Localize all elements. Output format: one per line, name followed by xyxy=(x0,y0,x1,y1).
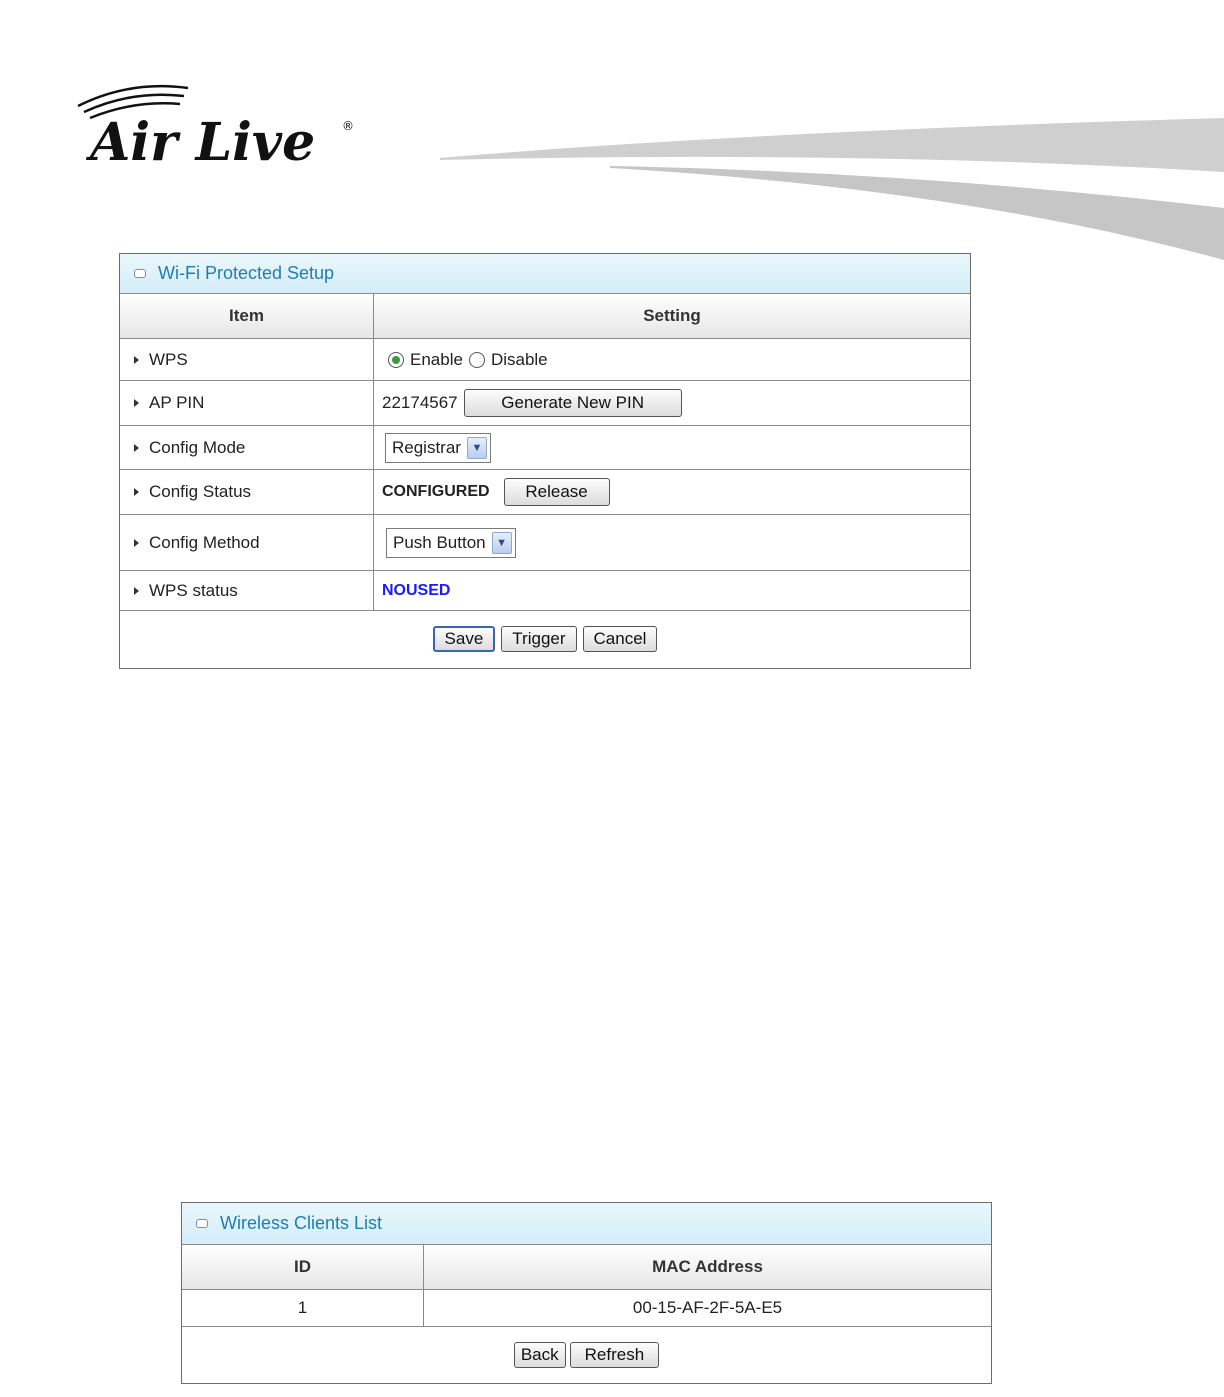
header-swoosh xyxy=(440,118,1224,260)
wps-header-row: Item Setting xyxy=(120,294,970,339)
clients-panel-title-text: Wireless Clients List xyxy=(220,1213,383,1233)
wps-status-label-cell: WPS status xyxy=(120,571,374,610)
config-status-label-cell: Config Status xyxy=(120,470,374,514)
config-method-selected: Push Button xyxy=(393,532,486,552)
wps-disable-label: Disable xyxy=(490,349,548,369)
wps-disable-radio[interactable] xyxy=(468,351,485,368)
wps-panel-title: Wi-Fi Protected Setup xyxy=(120,254,970,294)
clients-panel: Wireless Clients List ID MAC Address 1 0… xyxy=(181,1202,992,1384)
arrow-right-icon xyxy=(134,488,139,496)
trigger-button[interactable]: Trigger xyxy=(501,626,577,652)
arrow-right-icon xyxy=(134,399,139,407)
arrow-right-icon xyxy=(134,586,139,595)
title-bullet-icon xyxy=(134,269,146,278)
config-status-label: Config Status xyxy=(149,482,252,501)
table-row: 1 00-15-AF-2F-5A-E5 xyxy=(182,1290,991,1327)
config-method-label-cell: Config Method xyxy=(120,515,374,570)
ap-pin-setting-cell: 22174567 Generate New PIN xyxy=(374,381,970,425)
config-mode-select[interactable]: Registrar ▼ xyxy=(385,432,491,463)
release-button[interactable]: Release xyxy=(503,478,610,506)
id-header: ID xyxy=(182,1245,424,1289)
client-mac: 00-15-AF-2F-5A-E5 xyxy=(632,1298,783,1317)
arrow-right-icon xyxy=(134,538,139,547)
config-method-select[interactable]: Push Button ▼ xyxy=(386,527,516,558)
clients-button-cell: Back Refresh xyxy=(182,1327,991,1383)
chevron-down-icon[interactable]: ▼ xyxy=(466,436,487,459)
config-mode-row: Config Mode Registrar ▼ xyxy=(120,426,970,470)
mac-header: MAC Address xyxy=(424,1245,991,1289)
wps-status-value: NOUSED xyxy=(382,581,451,599)
chevron-down-icon[interactable]: ▼ xyxy=(491,531,512,554)
wps-status-setting-cell: NOUSED xyxy=(374,571,970,610)
config-mode-label: Config Mode xyxy=(149,437,246,457)
clients-button-row: Back Refresh xyxy=(182,1327,991,1383)
arrow-right-icon xyxy=(134,443,139,452)
wps-label: WPS xyxy=(149,349,188,369)
config-mode-label-cell: Config Mode xyxy=(120,426,374,469)
config-status-row: Config Status CONFIGURED Release xyxy=(120,470,970,515)
config-method-setting-cell: Push Button ▼ xyxy=(374,515,970,570)
wps-enable-radio[interactable] xyxy=(388,351,404,368)
ap-pin-label: AP PIN xyxy=(149,393,205,412)
wps-enable-label: Enable xyxy=(410,349,463,369)
wps-button-cell: Save Trigger Cancel xyxy=(120,611,970,667)
setting-header: Setting xyxy=(374,294,970,338)
clients-header-row: ID MAC Address xyxy=(182,1245,991,1290)
ap-pin-label-cell: AP PIN xyxy=(120,381,374,425)
save-button[interactable]: Save xyxy=(432,626,496,652)
wps-button-row: Save Trigger Cancel xyxy=(120,611,970,667)
config-method-label: Config Method xyxy=(149,532,260,552)
radio-selected-dot xyxy=(392,355,400,364)
title-bullet-icon xyxy=(196,1219,208,1228)
config-mode-setting-cell: Registrar ▼ xyxy=(374,426,970,469)
wps-status-label: WPS status xyxy=(149,580,238,600)
refresh-button[interactable]: Refresh xyxy=(569,1342,660,1368)
ap-pin-value: 22174567 xyxy=(382,393,458,412)
arrow-right-icon xyxy=(134,355,139,364)
wps-panel: Wi-Fi Protected Setup Item Setting WPS E… xyxy=(119,253,971,669)
config-mode-selected: Registrar xyxy=(392,437,461,457)
airlive-logo: Air Live ® xyxy=(77,84,354,173)
svg-text:®: ® xyxy=(342,119,354,133)
wps-label-cell: WPS xyxy=(120,339,374,380)
wps-status-row: WPS status NOUSED xyxy=(120,571,970,611)
wps-panel-title-text: Wi-Fi Protected Setup xyxy=(158,263,335,283)
wps-row: WPS Enable Disable xyxy=(120,339,970,381)
config-status-value: CONFIGURED xyxy=(382,483,490,500)
ap-pin-row: AP PIN 22174567 Generate New PIN xyxy=(120,381,970,426)
config-method-row: Config Method Push Button ▼ xyxy=(120,515,970,571)
clients-panel-title: Wireless Clients List xyxy=(182,1203,991,1245)
svg-text:Air Live: Air Live xyxy=(85,112,315,173)
generate-new-pin-button[interactable]: Generate New PIN xyxy=(463,389,682,417)
config-status-setting-cell: CONFIGURED Release xyxy=(374,470,970,514)
client-id: 1 xyxy=(182,1290,424,1326)
back-button[interactable]: Back xyxy=(513,1342,566,1368)
item-header: Item xyxy=(120,294,374,338)
cancel-button[interactable]: Cancel xyxy=(582,626,658,652)
wps-setting-cell: Enable Disable xyxy=(374,339,970,380)
